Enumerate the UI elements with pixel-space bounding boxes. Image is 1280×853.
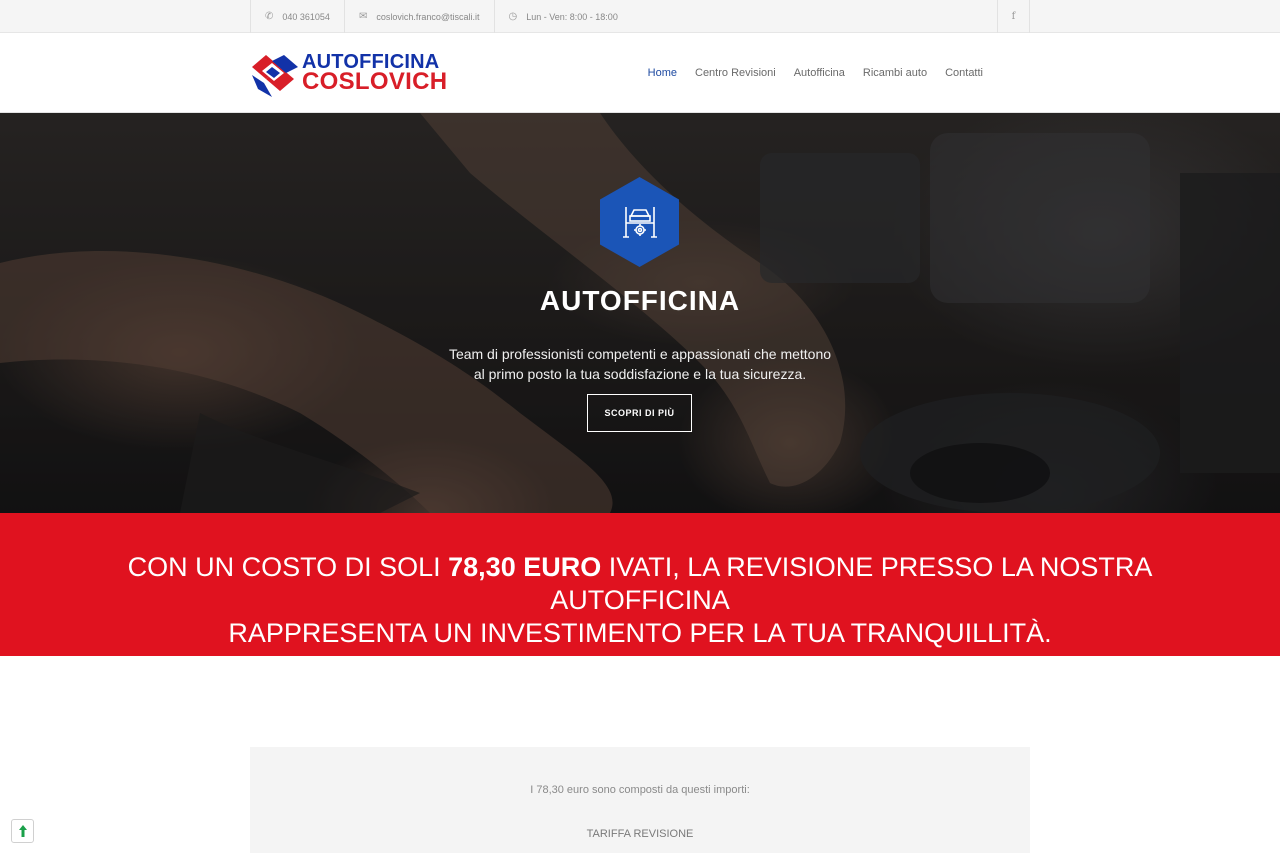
price-banner-suffix: IVATI, LA REVISIONE PRESSO LA NOSTRA AUT… xyxy=(550,552,1153,615)
nav-home[interactable]: Home xyxy=(648,67,677,79)
hero-section: AUTOFFICINA Team di professionisti compe… xyxy=(0,113,1280,513)
email-address: coslovich.franco@tiscali.it xyxy=(376,11,480,22)
scroll-to-top-button[interactable] xyxy=(11,819,34,843)
top-info-bar: ✆ 040 361054 ✉ coslovich.franco@tiscali.… xyxy=(0,0,1280,33)
hero-subtitle-line2: al primo posto la tua soddisfazione e la… xyxy=(473,366,807,382)
price-banner-text: CON UN COSTO DI SOLI 78,30 EURO IVATI, L… xyxy=(40,551,1240,650)
envelope-icon: ✉ xyxy=(358,11,368,22)
arrow-up-icon xyxy=(18,825,27,837)
price-breakdown-box: I 78,30 euro sono composti da questi imp… xyxy=(250,747,1030,853)
hero-subtitle-line1: Team di professionisti competenti e appa… xyxy=(448,346,832,362)
price-banner: CON UN COSTO DI SOLI 78,30 EURO IVATI, L… xyxy=(0,513,1280,656)
opening-hours-text: Lun - Ven: 8:00 - 18:00 xyxy=(526,11,618,22)
phone-info[interactable]: ✆ 040 361054 xyxy=(250,0,344,33)
facebook-icon[interactable]: f xyxy=(997,0,1030,33)
nav-autofficina[interactable]: Autofficina xyxy=(794,67,845,79)
discover-more-button[interactable]: SCOPRI DI PIÙ xyxy=(587,394,692,432)
car-lift-icon xyxy=(622,207,657,238)
site-header: AUTOFFICINA COSLOVICH Home Centro Revisi… xyxy=(0,33,1280,113)
nav-ricambi-auto[interactable]: Ricambi auto xyxy=(863,67,927,79)
email-info[interactable]: ✉ coslovich.franco@tiscali.it xyxy=(343,0,494,33)
price-banner-line1: CON UN COSTO DI SOLI 78,30 EURO IVATI, L… xyxy=(40,551,1240,617)
site-logo[interactable]: AUTOFFICINA COSLOVICH xyxy=(250,50,455,98)
nav-centro-revisioni[interactable]: Centro Revisioni xyxy=(695,67,776,79)
phone-icon: ✆ xyxy=(265,11,274,22)
price-banner-line2: RAPPRESENTA UN INVESTIMENTO PER LA TUA T… xyxy=(228,618,1052,648)
opening-hours: ◷ Lun - Ven: 8:00 - 18:00 xyxy=(493,0,632,33)
breakdown-intro: I 78,30 euro sono composti da questi imp… xyxy=(530,784,750,796)
nav-contatti[interactable]: Contatti xyxy=(945,67,983,79)
clock-icon: ◷ xyxy=(508,11,518,22)
breakdown-item: TARIFFA REVISIONE xyxy=(586,828,694,840)
price-amount: 78,30 EURO xyxy=(448,552,602,582)
logo-mark-icon xyxy=(252,55,298,97)
price-banner-prefix: CON UN COSTO DI SOLI xyxy=(127,552,449,582)
main-nav: Home Centro Revisioni Autofficina Ricamb… xyxy=(630,33,983,113)
hero-subtitle: Team di professionisti competenti e appa… xyxy=(430,344,850,384)
logo-text-line2: COSLOVICH xyxy=(302,68,448,95)
hero-title: AUTOFFICINA xyxy=(539,285,741,316)
phone-number: 040 361054 xyxy=(282,11,330,22)
